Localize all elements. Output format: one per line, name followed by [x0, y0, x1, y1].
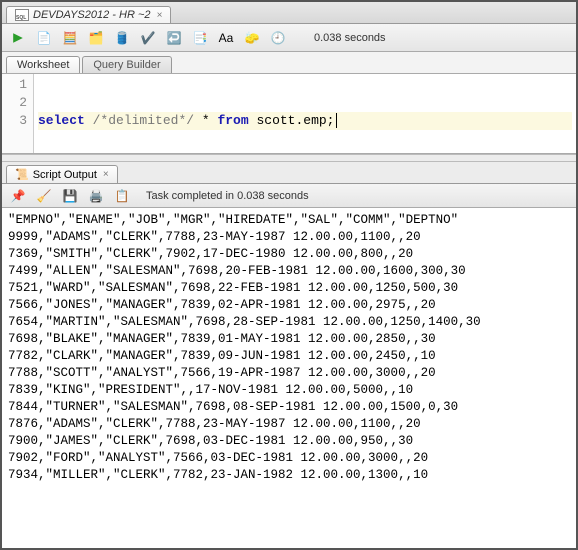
to-uppercase-button[interactable]: Aa [216, 28, 236, 48]
explain-plan-button[interactable]: 🧮 [60, 28, 80, 48]
pin-button[interactable]: 📌 [8, 186, 28, 206]
script-output-label: Script Output [33, 169, 97, 181]
line-gutter: 1 2 3 [2, 74, 34, 153]
clear-output-button[interactable]: 🧹 [34, 186, 54, 206]
code-line-active: select /*delimited*/ * from scott.emp; [38, 112, 572, 130]
clear-button[interactable]: 🧽 [242, 28, 262, 48]
code-text: * [194, 113, 217, 128]
output-toolbar: 📌 🧹 💾 🖨️ 📋 Task completed in 0.038 secon… [2, 184, 576, 208]
pane-splitter[interactable] [2, 154, 576, 162]
line-number: 1 [2, 76, 27, 94]
sql-comment: /*delimited*/ [93, 113, 194, 128]
run-statement-button[interactable] [8, 28, 28, 48]
close-icon[interactable]: × [103, 169, 109, 180]
execution-time-label: 0.038 seconds [314, 32, 386, 44]
commit-button[interactable]: ✔️ [138, 28, 158, 48]
tab-worksheet[interactable]: Worksheet [6, 56, 80, 73]
line-number: 2 [2, 94, 27, 112]
tab-query-builder[interactable]: Query Builder [82, 56, 171, 73]
script-output-tab[interactable]: 📜 Script Output × [6, 165, 118, 183]
file-tab[interactable]: DEVDAYS2012 - HR ~2 × [6, 6, 171, 23]
sql-file-icon [15, 9, 29, 21]
text-cursor [336, 113, 337, 128]
close-icon[interactable]: × [157, 10, 163, 21]
print-output-button[interactable]: 🖨️ [86, 186, 106, 206]
line-number: 3 [2, 112, 27, 130]
save-output-button[interactable]: 💾 [60, 186, 80, 206]
task-status-label: Task completed in 0.038 seconds [146, 190, 309, 202]
code-line [38, 94, 572, 112]
code-text: scott.emp; [249, 113, 335, 128]
output-settings-button[interactable]: 📋 [112, 186, 132, 206]
code-editor[interactable]: 1 2 3 select /*delimited*/ * from scott.… [2, 74, 576, 154]
output-tab-bar: 📜 Script Output × [2, 162, 576, 184]
sql-history-button[interactable]: 🕘 [268, 28, 288, 48]
run-script-button[interactable]: 📄 [34, 28, 54, 48]
keyword-from: from [217, 113, 248, 128]
sql-tuning-button[interactable]: 🛢️ [112, 28, 132, 48]
code-area[interactable]: select /*delimited*/ * from scott.emp; [34, 74, 576, 153]
unshared-worksheet-button[interactable]: 📑 [190, 28, 210, 48]
rollback-button[interactable]: ↩️ [164, 28, 184, 48]
file-tab-label: DEVDAYS2012 - HR ~2 [33, 9, 151, 21]
worksheet-toolbar: 📄 🧮 🗂️ 🛢️ ✔️ ↩️ 📑 Aa 🧽 🕘 0.038 seconds [2, 24, 576, 52]
file-tab-bar: DEVDAYS2012 - HR ~2 × [2, 2, 576, 24]
worksheet-subtabs: Worksheet Query Builder [2, 52, 576, 74]
script-icon: 📜 [15, 168, 29, 181]
code-line [38, 76, 572, 94]
keyword-select: select [38, 113, 85, 128]
autotrace-button[interactable]: 🗂️ [86, 28, 106, 48]
script-output-text[interactable]: "EMPNO","ENAME","JOB","MGR","HIREDATE","… [2, 208, 576, 548]
